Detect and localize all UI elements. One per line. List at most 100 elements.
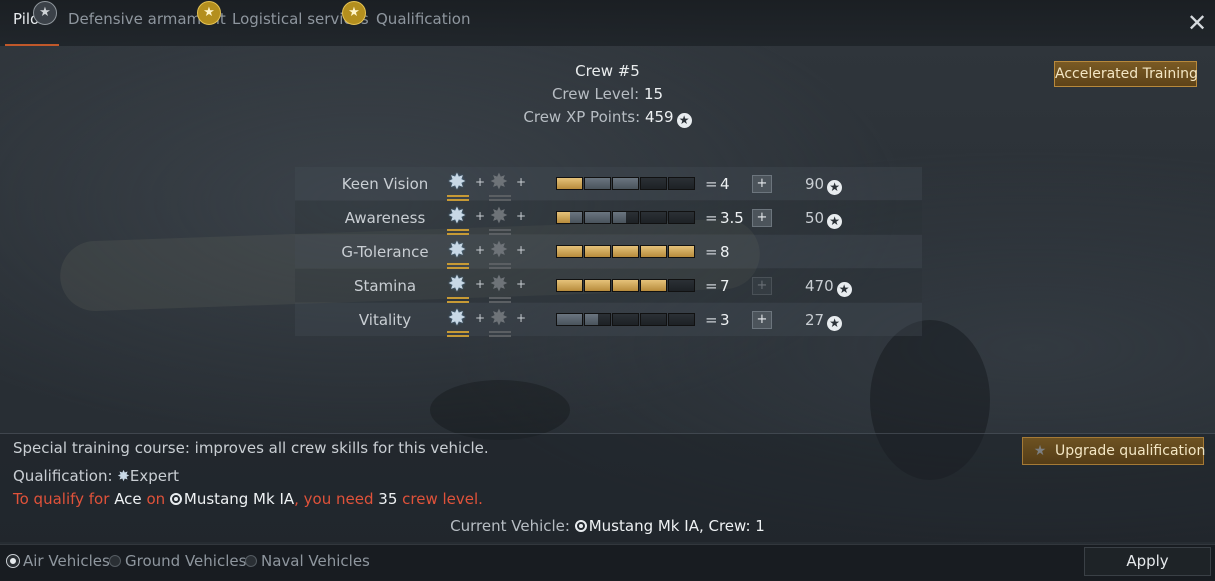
radio-air-vehicles[interactable]: Air Vehicles [6,552,110,570]
locked-medal-icon: ✸ [487,306,511,337]
crew-level-value: 15 [643,85,664,103]
req-rank: Ace [114,490,142,508]
plus-sign: + [475,175,486,189]
equals-sign: = [705,311,718,329]
skill-bar-segment [584,245,611,258]
vehicle-icon [574,520,587,532]
tab-pilot[interactable]: ★ Pilot [4,1,60,46]
skill-row: Keen Vision ✸ + ✸ + = 4 +90 ★ [295,167,922,201]
skill-row: G-Tolerance ✸ + ✸ + = 8 [295,235,922,269]
medal-bars [447,331,469,337]
plus-sign: + [475,311,486,325]
background-blur-shadow [430,380,570,440]
skill-bar-segment [668,211,695,224]
medal-star-icon: ✸ [447,204,467,229]
star-icon: ★ [33,1,57,25]
locked-medal-icon: ✸ [487,238,511,269]
tab-label: Qualification [376,10,471,28]
medal-star-icon: ✸ [489,204,509,229]
current-crew: , Crew: 1 [698,517,765,535]
upgrade-label: Upgrade qualification [1055,443,1206,459]
skill-cost-value: 27 [805,311,825,329]
equals-sign: = [705,209,718,227]
xp-star-icon: ★ [827,214,843,229]
medal-star-icon: ✸ [447,272,467,297]
skill-progress-bar [556,279,695,292]
increase-skill-button[interactable]: + [752,175,772,193]
skills-table: Keen Vision ✸ + ✸ + = 4 +90 ★ Awareness ✸ + ✸ + = 3.5 +5… [295,167,922,337]
skill-cost: 50 ★ [805,209,843,229]
tab-qualification[interactable]: Qualification [376,10,470,46]
skill-bar-segment [668,313,695,326]
skill-cost-value: 470 [805,277,834,295]
skill-bar-segment [612,313,639,326]
plus-sign: + [475,243,486,257]
medal-star-icon: ✸ [447,170,467,195]
increase-skill-button[interactable]: + [752,311,772,329]
plus-sign: + [516,277,527,291]
skill-row: Awareness ✸ + ✸ + = 3.5 +50 ★ [295,201,922,235]
increase-skill-button[interactable]: + [752,277,772,295]
plus-sign: + [516,209,527,223]
plus-sign: + [475,277,486,291]
radio-ground-vehicles[interactable]: Ground Vehicles [109,552,246,570]
current-vehicle-label: Current Vehicle: [450,517,570,535]
increase-skill-button[interactable]: + [752,209,772,227]
skill-bar-segment [584,313,611,326]
skill-bar-segment [556,279,583,292]
plus-sign: + [516,311,527,325]
skill-bar-segment [668,177,695,190]
crew-xp-value: 459 [644,108,674,126]
radio-naval-vehicles[interactable]: Naval Vehicles [245,552,370,570]
qualification-requirement: To qualify for Ace on Mustang Mk IA, you… [13,490,483,508]
apply-button[interactable]: Apply [1084,547,1211,576]
crew-name: Crew #5 [575,62,640,80]
crew-level: Crew Level: 15 [0,85,1215,103]
medal-star-icon: ✸ [489,306,509,331]
xp-star-icon: ★ [827,180,843,195]
locked-medal-icon: ✸ [487,204,511,235]
skill-cost: 27 ★ [805,311,843,331]
crew-xp-label: Crew XP Points: [523,108,641,126]
skill-bar-segment [668,279,695,292]
req-on: on [146,490,166,508]
locked-medal-icon: ✸ [487,272,511,303]
skill-bar-segment [556,177,583,190]
skill-bar-segment [668,245,695,258]
radio-label: Ground Vehicles [125,552,247,570]
skill-cost-value: 50 [805,209,825,227]
skill-level: 3 [720,311,730,329]
gold-star-icon: ★ [342,1,366,25]
qualification-medal-icon: ✸ [445,170,469,201]
close-icon: ✕ [1187,9,1208,37]
skill-bar-segment [612,279,639,292]
accelerated-training-button[interactable]: Accelerated Training [1054,61,1198,87]
req-vehicle: Mustang Mk IA [183,490,295,508]
medal-star-icon: ✸ [489,238,509,263]
skill-bar-segment [556,245,583,258]
plus-sign: + [516,175,527,189]
skill-level: 4 [720,175,730,193]
skill-bar-segment [612,211,639,224]
crew-xp: Crew XP Points: 459 ★ [0,108,1215,128]
qualification-medal-icon: ✸ [445,204,469,235]
close-button[interactable]: ✕ [1187,11,1207,35]
skill-level: 3.5 [720,209,744,227]
skill-level: 8 [720,243,730,261]
medal-star-icon: ✸ [489,272,509,297]
qualification-label: Qualification: [13,467,113,485]
skill-bar-segment [584,211,611,224]
skill-row: Stamina ✸ + ✸ + = 7 +470 ★ [295,269,922,303]
xp-star-icon: ★ [836,282,852,297]
medal-star-icon: ✸ [489,170,509,195]
skill-bar-segment [584,279,611,292]
skill-cost: 470 ★ [805,277,852,297]
medal-star-icon: ✸ [447,238,467,263]
qualification-value: Expert [129,467,180,485]
upgrade-qualification-button[interactable]: ★ Upgrade qualification [1022,437,1206,465]
gold-star-icon: ★ [197,1,221,25]
radio-label: Air Vehicles [23,552,110,570]
skill-progress-bar [556,313,695,326]
skill-cost: 90 ★ [805,175,843,195]
equals-sign: = [705,277,718,295]
